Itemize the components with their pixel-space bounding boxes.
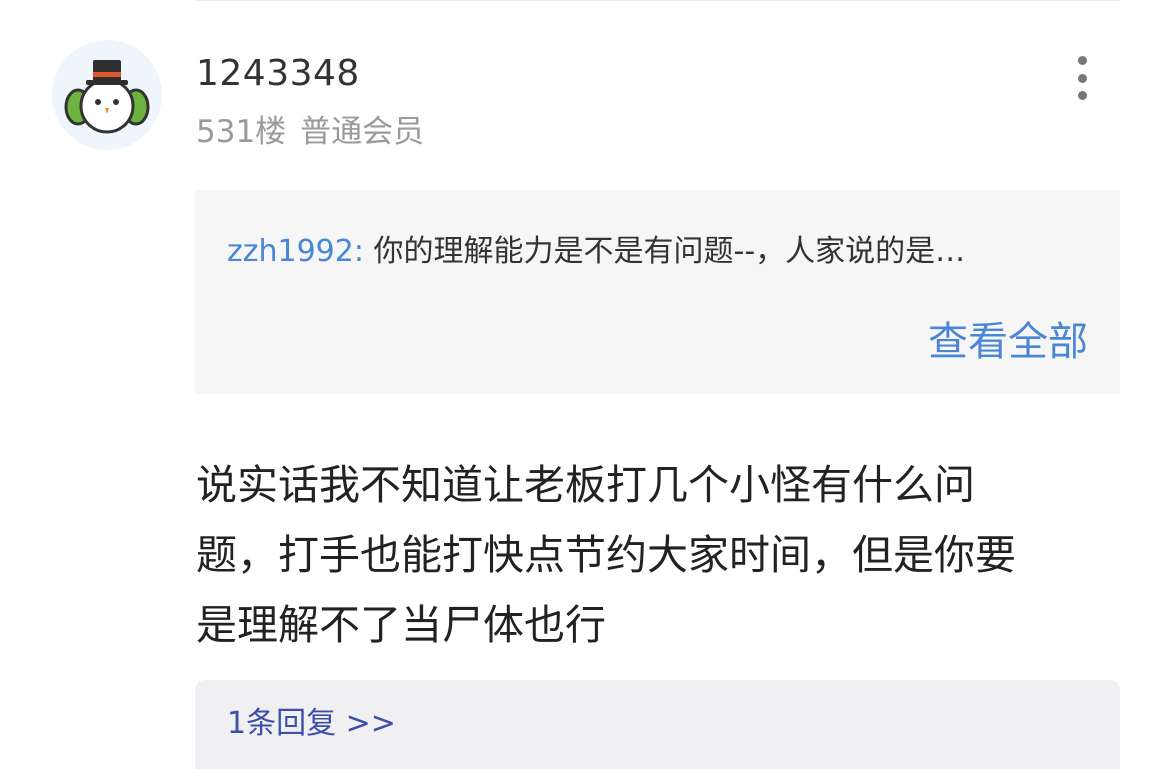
avatar[interactable] [52, 40, 162, 150]
top-divider [195, 0, 1120, 1]
replies-link[interactable]: 1条回复 >> [227, 702, 396, 746]
quoted-reply[interactable]: zzh1992: 你的理解能力是不是有问题--，人家说的是… [227, 230, 965, 274]
content-line: 是理解不了当尸体也行 [196, 601, 606, 649]
quote-text: 你的理解能力是不是有问题--，人家说的是… [373, 234, 966, 269]
member-level: 普通会员 [300, 114, 425, 150]
quoted-reply-box: zzh1992: 你的理解能力是不是有问题--，人家说的是… 查看全部 [195, 190, 1120, 394]
floor-number: 531楼 [196, 114, 287, 150]
post-content: 说实话我不知道让老板打几个小怪有什么问 题，打手也能打快点节约大家时间，但是你要… [196, 450, 1116, 660]
username[interactable]: 1243348 [196, 52, 360, 96]
comment-card: 1243348 531楼 普通会员 zzh1992: 你的理解能力是不是有问题--… [0, 0, 1170, 769]
view-all-link[interactable]: 查看全部 [928, 318, 1088, 366]
quote-author[interactable]: zzh1992: [227, 234, 364, 269]
post-meta: 531楼 普通会员 [196, 110, 424, 154]
content-line: 题，打手也能打快点节约大家时间，但是你要 [196, 531, 1016, 579]
more-vertical-icon [1077, 56, 1087, 65]
content-line: 说实话我不知道让老板打几个小怪有什么问 [196, 461, 975, 509]
reply-summary-box[interactable]: 1条回复 >> [195, 680, 1120, 769]
snowman-avatar-icon [52, 40, 162, 150]
more-options-button[interactable] [1064, 54, 1100, 102]
